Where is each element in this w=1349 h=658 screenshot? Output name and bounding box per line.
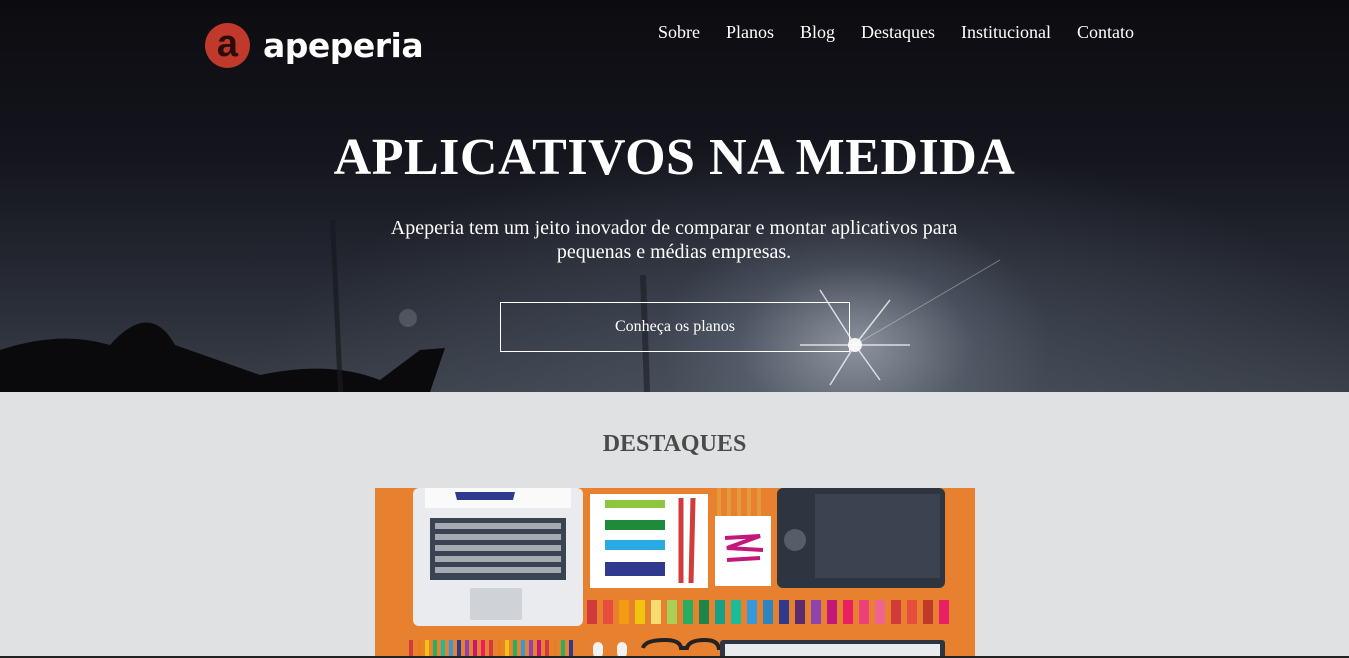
main-nav: Sobre Planos Blog Destaques Instituciona…: [632, 20, 1134, 44]
brand-logo[interactable]: a apeperia: [205, 23, 424, 68]
nav-item-blog[interactable]: Blog: [800, 20, 835, 44]
featured-image[interactable]: [375, 488, 975, 658]
nav-item-institucional[interactable]: Institucional: [961, 20, 1051, 44]
hero-banner: a apeperia Sobre Planos Blog Destaques I…: [0, 0, 1349, 392]
designer-desk-icon: [409, 488, 949, 658]
nav-item-sobre[interactable]: Sobre: [658, 20, 700, 44]
hero-title: APLICATIVOS NA MEDIDA: [333, 129, 1016, 186]
featured-section-title: DESTAQUES: [602, 431, 747, 457]
hero-subtitle: Apeperia tem um jeito inovador de compar…: [390, 217, 958, 263]
nav-item-destaques[interactable]: Destaques: [861, 20, 935, 44]
brand-name: apeperia: [263, 26, 424, 65]
nav-item-contato[interactable]: Contato: [1077, 20, 1134, 44]
logo-mark-icon: a: [205, 23, 250, 68]
cta-plans-button[interactable]: Conheça os planos: [500, 302, 850, 352]
nav-item-planos[interactable]: Planos: [726, 20, 774, 44]
